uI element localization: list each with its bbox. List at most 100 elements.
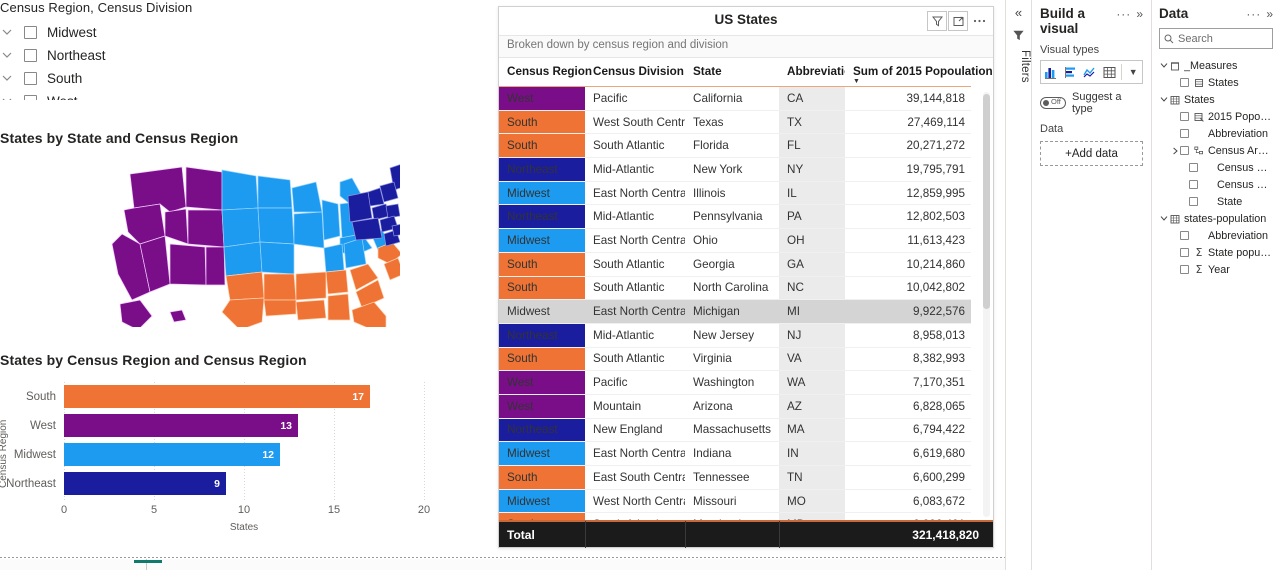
slicer-checkbox[interactable] bbox=[24, 72, 37, 85]
data-field-abbreviation[interactable]: Abbreviation bbox=[1159, 227, 1273, 244]
table-row[interactable]: South South Atlantic Virginia VA 8,382,993 bbox=[499, 347, 971, 372]
census-region-slicer[interactable]: Census Region, Census Division Midwest No… bbox=[0, 0, 290, 100]
field-checkbox[interactable] bbox=[1189, 163, 1198, 172]
slicer-item-west[interactable]: West bbox=[0, 90, 290, 100]
table-row[interactable]: Midwest West North Central Missouri MO 6,083… bbox=[499, 489, 971, 514]
column-header[interactable]: Census Region bbox=[499, 58, 592, 87]
table-row[interactable]: Midwest East North Central Illinois IL 12,85… bbox=[499, 181, 971, 206]
table-row[interactable]: Northeast Mid-Atlantic New Jersey NJ 8,958,0… bbox=[499, 323, 971, 348]
collapse-filters-icon[interactable]: « bbox=[1006, 0, 1031, 20]
column-chart-icon[interactable] bbox=[1041, 61, 1061, 83]
table-row[interactable]: Northeast New England Massachusetts MA 6,794… bbox=[499, 418, 971, 443]
data-field-year[interactable]: Σ Year bbox=[1159, 261, 1273, 278]
table-row[interactable]: Midwest East North Central Indiana IN 6,619,… bbox=[499, 441, 971, 466]
field-checkbox[interactable] bbox=[1180, 248, 1189, 257]
add-data-button[interactable]: +Add data bbox=[1040, 141, 1143, 166]
column-header[interactable]: State bbox=[685, 58, 779, 87]
table-header-row[interactable]: Census Region Census Division State Abbrevi… bbox=[499, 58, 993, 87]
data-field-states[interactable]: States bbox=[1159, 91, 1273, 108]
field-checkbox[interactable] bbox=[1180, 129, 1189, 138]
more-options-icon[interactable]: ··· bbox=[1246, 7, 1261, 21]
visual-types-picker[interactable]: ▼ bbox=[1040, 60, 1143, 84]
field-checkbox[interactable] bbox=[1180, 265, 1189, 274]
filters-rail[interactable]: « Filters bbox=[1005, 0, 1031, 570]
table-row[interactable]: South South Atlantic Georgia GA 10,214,860 bbox=[499, 252, 971, 277]
table-row[interactable]: Northeast Mid-Atlantic New York NY 19,795,79… bbox=[499, 157, 971, 182]
table-row[interactable]: West Pacific Washington WA 7,170,351 bbox=[499, 370, 971, 395]
active-page-tab-indicator[interactable] bbox=[134, 560, 162, 563]
slicer-item-south[interactable]: South bbox=[0, 67, 290, 90]
map-visual[interactable]: States by State and Census Region bbox=[0, 130, 420, 340]
chevron-down-icon[interactable]: ▼ bbox=[1124, 67, 1142, 77]
data-search-input[interactable]: Search bbox=[1159, 28, 1273, 49]
table-row[interactable]: Midwest East North Central Michigan MI 9,922… bbox=[499, 299, 971, 324]
more-options-icon[interactable]: ··· bbox=[1116, 7, 1131, 21]
chevron-right-icon[interactable] bbox=[1170, 147, 1180, 155]
filter-icon[interactable] bbox=[1006, 20, 1031, 46]
slicer-item-midwest[interactable]: Midwest bbox=[0, 21, 290, 44]
data-field-states[interactable]: States bbox=[1159, 74, 1273, 91]
chevron-down-icon[interactable] bbox=[1159, 96, 1169, 103]
field-checkbox[interactable] bbox=[1189, 197, 1198, 206]
field-checkbox[interactable] bbox=[1180, 78, 1189, 87]
table-row[interactable]: Midwest East North Central Ohio OH 11,613,42… bbox=[499, 228, 971, 253]
slicer-item-northeast[interactable]: Northeast bbox=[0, 44, 290, 67]
focus-mode-icon[interactable] bbox=[948, 11, 968, 31]
line-chart-icon[interactable] bbox=[1080, 61, 1100, 83]
data-field-2015-popoulation[interactable]: 2015 Popoulation bbox=[1159, 108, 1273, 125]
column-header[interactable]: Abbreviation bbox=[779, 58, 858, 87]
filter-icon[interactable] bbox=[927, 11, 947, 31]
us-choropleth-map[interactable] bbox=[0, 152, 400, 327]
chevron-down-icon[interactable] bbox=[2, 29, 24, 36]
us-states-table-visual[interactable]: US States Broken down by census region a… bbox=[498, 6, 994, 548]
field-checkbox[interactable] bbox=[1189, 180, 1198, 189]
sigma-icon: Σ bbox=[1195, 263, 1203, 276]
chevron-down-icon[interactable] bbox=[2, 98, 24, 100]
table-row[interactable]: SouthSouth AtlanticMarylandMD6,006,401 bbox=[499, 512, 971, 520]
table-row[interactable]: South West South Central Texas TX 27,469,114 bbox=[499, 110, 971, 135]
slicer-checkbox[interactable] bbox=[24, 95, 37, 100]
expand-pane-icon[interactable]: » bbox=[1266, 7, 1273, 21]
expand-pane-icon[interactable]: » bbox=[1136, 7, 1143, 21]
bar[interactable]: 9 bbox=[64, 472, 226, 495]
table-icon[interactable] bbox=[1100, 61, 1120, 83]
table-row[interactable]: West Mountain Arizona AZ 6,828,065 bbox=[499, 394, 971, 419]
table-row[interactable]: South South Atlantic Florida FL 20,271,272 bbox=[499, 133, 971, 159]
data-field-tree[interactable]: _Measures States States 2015 Popoulation Abb… bbox=[1159, 57, 1273, 278]
slicer-checkbox[interactable] bbox=[24, 49, 37, 62]
slicer-checkbox[interactable] bbox=[24, 26, 37, 39]
data-field-census-region[interactable]: Census Region bbox=[1159, 176, 1273, 193]
bar-chart-icon[interactable] bbox=[1061, 61, 1081, 83]
data-field-census-areas[interactable]: Census Areas bbox=[1159, 142, 1273, 159]
column-header[interactable]: Sum of 2015 Popoulation ▼ bbox=[845, 58, 993, 87]
chevron-down-icon[interactable] bbox=[2, 52, 24, 59]
table-scrollbar-thumb[interactable] bbox=[983, 94, 990, 309]
field-checkbox[interactable] bbox=[1180, 146, 1189, 155]
bar[interactable]: 12 bbox=[64, 443, 280, 466]
bar[interactable]: 13 bbox=[64, 414, 298, 437]
table-row[interactable]: South East South Central Tennessee TN 6,600,… bbox=[499, 465, 971, 490]
bar[interactable]: 17 bbox=[64, 385, 370, 408]
data-field-states-population[interactable]: states-population bbox=[1159, 210, 1273, 227]
bar-chart-visual[interactable]: States by Census Region and Census Regio… bbox=[0, 352, 460, 552]
chevron-down-icon[interactable] bbox=[2, 75, 24, 82]
suggest-a-type-row[interactable]: Off Suggest a type bbox=[1040, 91, 1143, 115]
column-header[interactable]: Census Division bbox=[585, 58, 685, 87]
chevron-down-icon[interactable] bbox=[1159, 62, 1169, 69]
data-field-abbreviation[interactable]: Abbreviation bbox=[1159, 125, 1273, 142]
table-row[interactable]: Northeast Mid-Atlantic Pennsylvania PA 12,80… bbox=[499, 204, 971, 230]
cell-census-division: Mid-Atlantic bbox=[585, 157, 685, 182]
table-row[interactable]: South South Atlantic North Carolina NC 10,04… bbox=[499, 276, 971, 301]
data-field-state-population[interactable]: Σ State population bbox=[1159, 244, 1273, 261]
data-field-census-division[interactable]: Census Division bbox=[1159, 159, 1273, 176]
table-row[interactable]: West Pacific California CA 39,144,818 bbox=[499, 86, 971, 111]
data-field-state[interactable]: State bbox=[1159, 193, 1273, 210]
chevron-down-icon[interactable] bbox=[1159, 215, 1169, 222]
suggest-a-type-toggle[interactable]: Off bbox=[1040, 97, 1066, 109]
field-checkbox[interactable] bbox=[1180, 231, 1189, 240]
more-options-icon[interactable] bbox=[969, 11, 989, 31]
cell-census-division: East North Central bbox=[585, 299, 685, 324]
table-scroll-area[interactable]: Census Region Census Division State Abbrevi… bbox=[499, 58, 993, 520]
data-field--measures[interactable]: _Measures bbox=[1159, 57, 1273, 74]
field-checkbox[interactable] bbox=[1180, 112, 1189, 121]
